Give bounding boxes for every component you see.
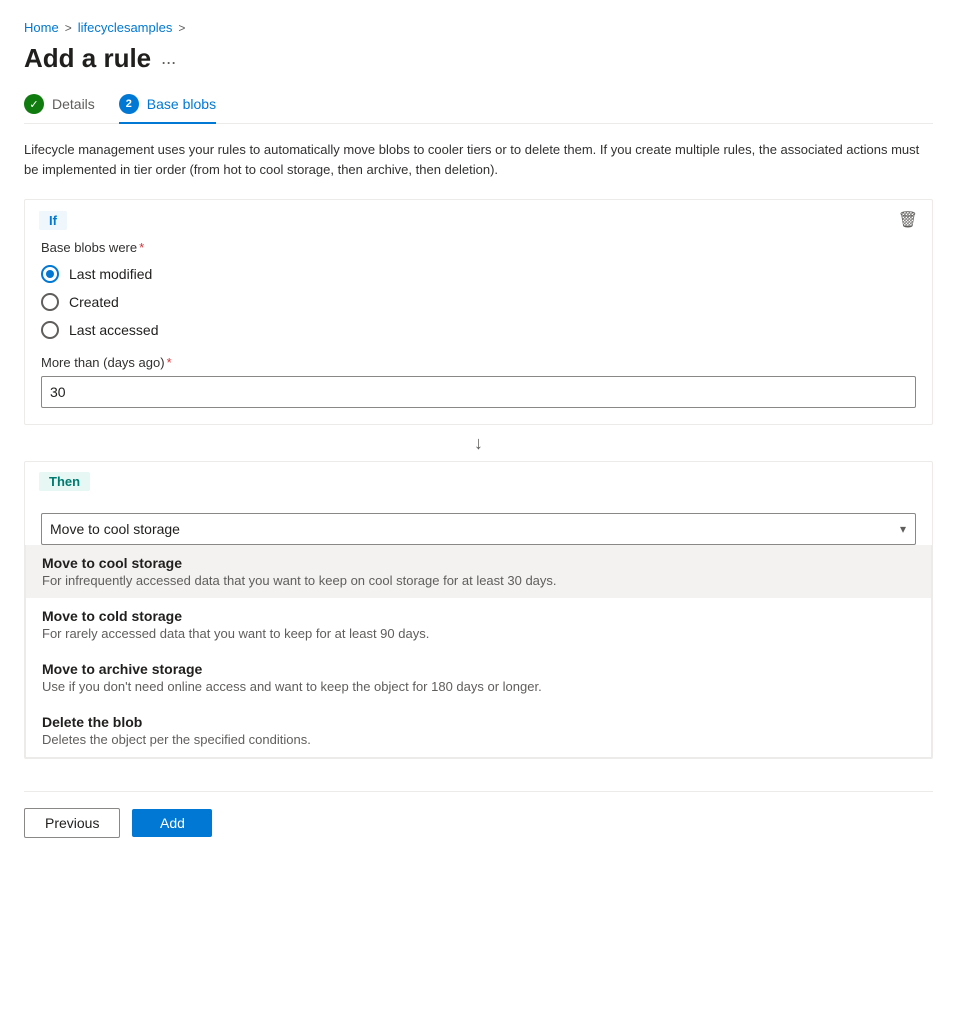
radio-last-accessed-label: Last accessed [69, 322, 159, 338]
tabs: ✓ Details 2 Base blobs [24, 94, 933, 124]
radio-created[interactable]: Created [41, 293, 916, 311]
page-title-container: Add a rule ... [24, 43, 933, 74]
breadcrumb-sep2: > [178, 21, 185, 35]
dropdown-option-delete[interactable]: Delete the blob Deletes the object per t… [26, 704, 931, 757]
then-card: Then Move to cool storage Move to cold s… [24, 461, 933, 759]
dropdown-option-delete-desc: Deletes the object per the specified con… [42, 732, 915, 747]
select-wrapper: Move to cool storage Move to cold storag… [41, 513, 916, 545]
tab-details[interactable]: ✓ Details [24, 94, 95, 124]
page-title-ellipsis[interactable]: ... [161, 48, 176, 69]
tab-base-blobs[interactable]: 2 Base blobs [119, 94, 216, 124]
dropdown-option-archive[interactable]: Move to archive storage Use if you don't… [26, 651, 931, 704]
then-label: Then [39, 472, 90, 491]
tab-base-blobs-label: Base blobs [147, 96, 216, 112]
dropdown-option-archive-desc: Use if you don't need online access and … [42, 679, 915, 694]
radio-last-modified-circle [41, 265, 59, 283]
dropdown-option-cold-desc: For rarely accessed data that you want t… [42, 626, 915, 641]
radio-last-accessed[interactable]: Last accessed [41, 321, 916, 339]
action-select[interactable]: Move to cool storage Move to cold storag… [41, 513, 916, 545]
dropdown-options: Move to cool storage For infrequently ac… [25, 545, 932, 758]
dropdown-option-cool-desc: For infrequently accessed data that you … [42, 573, 915, 588]
breadcrumb-section[interactable]: lifecyclesamples [78, 20, 173, 35]
if-card: If 🗑 Base blobs were* Last modified Crea… [24, 199, 933, 425]
radio-last-modified-label: Last modified [69, 266, 152, 282]
dropdown-option-cold-title: Move to cold storage [42, 608, 915, 624]
tab-details-check-icon: ✓ [24, 94, 44, 114]
dropdown-option-delete-title: Delete the blob [42, 714, 915, 730]
days-label: More than (days ago)* [41, 355, 916, 370]
dropdown-option-cold[interactable]: Move to cold storage For rarely accessed… [26, 598, 931, 651]
delete-icon[interactable]: 🗑 [898, 210, 918, 230]
breadcrumb-home[interactable]: Home [24, 20, 59, 35]
then-card-header: Then [25, 462, 932, 501]
description-text: Lifecycle management uses your rules to … [24, 140, 933, 179]
radio-last-modified[interactable]: Last modified [41, 265, 916, 283]
base-blobs-were-label: Base blobs were* [41, 240, 916, 255]
tab-details-label: Details [52, 96, 95, 112]
breadcrumb-sep1: > [65, 21, 72, 35]
breadcrumb: Home > lifecyclesamples > [24, 20, 933, 35]
radio-last-accessed-circle [41, 321, 59, 339]
dropdown-option-archive-title: Move to archive storage [42, 661, 915, 677]
arrow-connector: ↓ [24, 425, 933, 461]
radio-created-circle [41, 293, 59, 311]
days-input[interactable] [41, 376, 916, 408]
radio-group: Last modified Created Last accessed [41, 265, 916, 339]
dropdown-option-cool-title: Move to cool storage [42, 555, 915, 571]
page-title: Add a rule [24, 43, 151, 74]
if-label: If [39, 211, 67, 230]
footer: Previous Add [24, 791, 933, 838]
if-card-body: Base blobs were* Last modified Created L… [25, 240, 932, 424]
radio-created-label: Created [69, 294, 119, 310]
add-button[interactable]: Add [132, 809, 212, 837]
required-asterisk: * [139, 240, 144, 255]
if-card-header: If 🗑 [25, 200, 932, 240]
dropdown-option-cool[interactable]: Move to cool storage For infrequently ac… [26, 545, 931, 598]
previous-button[interactable]: Previous [24, 808, 120, 838]
then-card-body: Move to cool storage Move to cold storag… [25, 501, 932, 545]
tab-base-blobs-num-icon: 2 [119, 94, 139, 114]
